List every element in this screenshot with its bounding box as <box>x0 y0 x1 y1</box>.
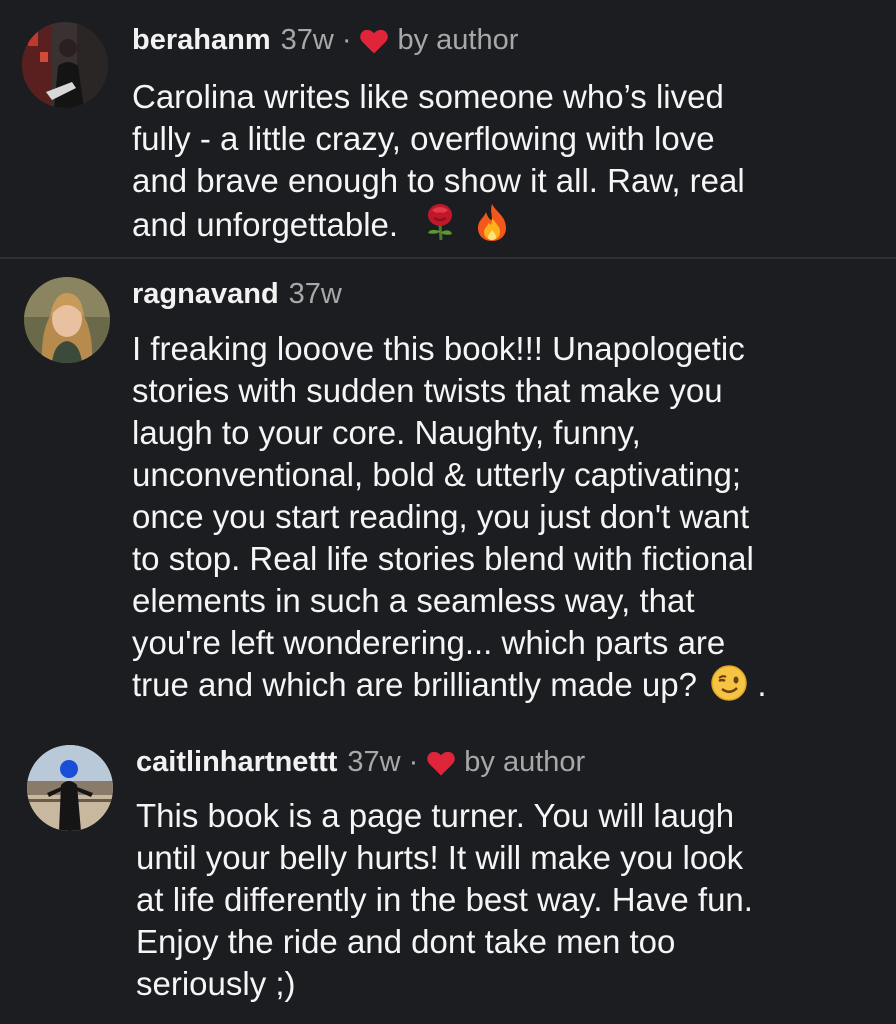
comment-item: berahanm 37w · by author Carolina writes… <box>0 0 896 258</box>
by-author-label: by author <box>397 24 519 56</box>
avatar-photo-icon <box>22 22 108 108</box>
separator-dot: · <box>341 24 352 56</box>
separator-dot: · <box>408 746 419 778</box>
fire-icon <box>474 202 510 242</box>
winking-face-icon <box>710 664 748 702</box>
comment-line: stories with sudden twists that make you <box>132 372 723 409</box>
comment-line: true and which are brilliantly made up? <box>132 666 697 703</box>
comment-line: once you start reading, you just don't w… <box>132 498 750 535</box>
comment-line: elements in such a seamless way, that <box>132 582 695 619</box>
comment-text: Carolina writes like someone who’s lived… <box>132 76 882 246</box>
avatar[interactable] <box>24 277 110 363</box>
comment-line-with-emoji: and unforgettable. <box>132 202 882 246</box>
comment-line: This book is a page turner. You will lau… <box>136 797 735 834</box>
heart-icon <box>359 27 389 55</box>
by-author-label: by author <box>464 746 586 778</box>
username[interactable]: ragnavand <box>132 278 279 311</box>
comment-line: fully - a little crazy, overflowing with… <box>132 120 715 157</box>
comment-text: I freaking looove this book!!! Unapologe… <box>132 328 882 706</box>
heart-icon <box>426 749 456 777</box>
comment-line: seriously ;) <box>136 965 296 1002</box>
avatar-photo-icon <box>24 277 110 363</box>
comment-line: and unforgettable. <box>132 206 399 243</box>
comment-line: at life differently in the best way. Hav… <box>136 881 753 918</box>
comment-line-with-emoji: true and which are brilliantly made up? … <box>132 664 882 706</box>
comment-text: This book is a page turner. You will lau… <box>136 795 886 1005</box>
username[interactable]: berahanm <box>132 24 271 57</box>
comment-line: and brave enough to show it all. Raw, re… <box>132 162 745 199</box>
comment-line: to stop. Real life stories blend with fi… <box>132 540 754 577</box>
comment-item: caitlinhartnettt 37w · by author This bo… <box>0 729 896 1024</box>
comment-line: Enjoy the ride and dont take men too <box>136 923 676 960</box>
rose-icon <box>420 202 460 242</box>
trailing-punctuation: . <box>748 666 767 703</box>
comment-item: ragnavand 37w I freaking looove this boo… <box>0 259 896 729</box>
comment-line: until your belly hurts! It will make you… <box>136 839 744 876</box>
timestamp: 37w <box>347 746 401 778</box>
comment-line: you're left wonderering... which parts a… <box>132 624 726 661</box>
avatar[interactable] <box>22 22 108 108</box>
avatar-photo-icon <box>27 745 113 831</box>
timestamp: 37w <box>280 24 334 56</box>
comment-line: unconventional, bold & utterly captivati… <box>132 456 742 493</box>
timestamp: 37w <box>288 278 342 310</box>
comment-line: laugh to your core. Naughty, funny, <box>132 414 641 451</box>
username[interactable]: caitlinhartnettt <box>136 746 337 779</box>
comment-line: Carolina writes like someone who’s lived <box>132 78 724 115</box>
comment-line: I freaking looove this book!!! Unapologe… <box>132 330 745 367</box>
avatar[interactable] <box>27 745 113 831</box>
